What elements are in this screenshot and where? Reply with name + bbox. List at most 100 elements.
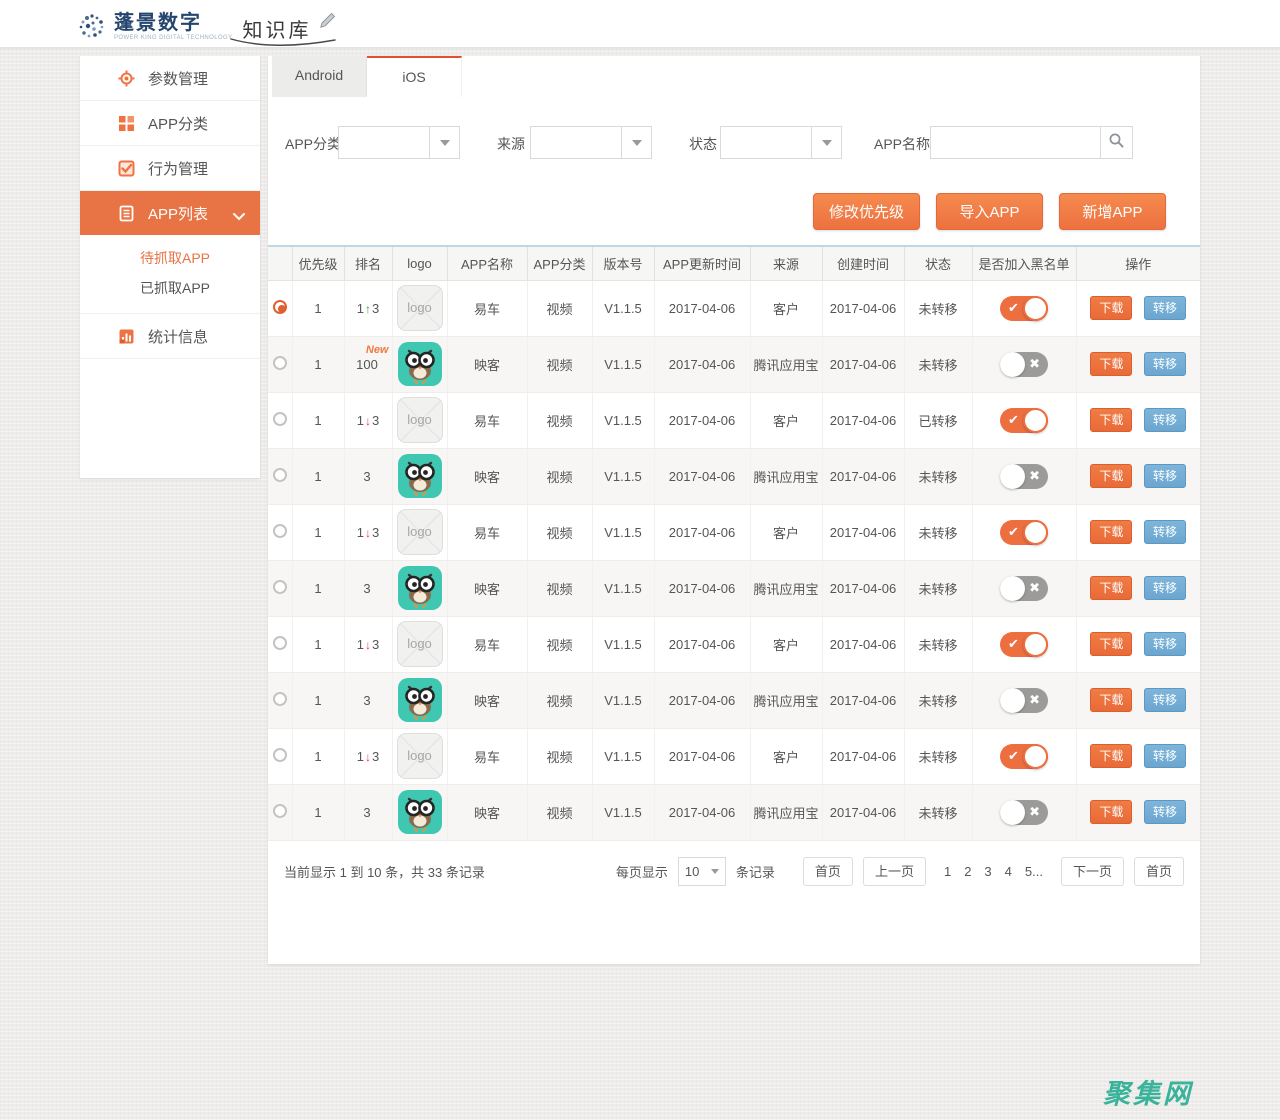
app-logo: logo bbox=[397, 397, 443, 443]
category-select[interactable] bbox=[338, 126, 460, 159]
search-icon bbox=[1108, 132, 1125, 154]
blacklist-toggle[interactable]: ✔ ✖ bbox=[1000, 744, 1048, 769]
chevron-down-icon bbox=[233, 208, 245, 225]
owl-app-icon bbox=[397, 565, 443, 611]
rank-new-badge: New bbox=[366, 344, 389, 356]
row-select-radio[interactable] bbox=[273, 524, 287, 538]
download-button[interactable]: 下载 bbox=[1090, 296, 1132, 320]
row-select-radio[interactable] bbox=[273, 300, 287, 314]
row-select-radio[interactable] bbox=[273, 636, 287, 650]
per-page-select[interactable]: 10 bbox=[678, 857, 726, 886]
created-cell: 2017-04-06 bbox=[822, 616, 904, 672]
import-app-button[interactable]: 导入APP bbox=[936, 193, 1043, 230]
transfer-button[interactable]: 转移 bbox=[1144, 576, 1186, 600]
status-select[interactable] bbox=[720, 126, 842, 159]
blacklist-toggle[interactable]: ✔ ✖ bbox=[1000, 800, 1048, 825]
page-number[interactable]: 3 bbox=[984, 864, 991, 879]
next-page-button[interactable]: 下一页 bbox=[1061, 857, 1124, 886]
first-page-button[interactable]: 首页 bbox=[803, 857, 853, 886]
search-button[interactable] bbox=[1100, 126, 1133, 159]
transfer-button[interactable]: 转移 bbox=[1144, 464, 1186, 488]
app-name-cell: 易车 bbox=[447, 504, 527, 560]
transfer-button[interactable]: 转移 bbox=[1144, 632, 1186, 656]
sidebar-subitem-pending-apps[interactable]: 待抓取APP bbox=[80, 243, 260, 273]
list-icon bbox=[118, 205, 135, 222]
sidebar-item-app-list[interactable]: APP列表 bbox=[80, 191, 260, 235]
sidebar-item-params[interactable]: 参数管理 bbox=[80, 56, 260, 101]
row-select-radio[interactable] bbox=[273, 356, 287, 370]
check-icon: ✔ bbox=[1008, 300, 1019, 316]
sidebar-item-statistics[interactable]: 统计信息 bbox=[80, 314, 260, 359]
sidebar-item-behavior[interactable]: 行为管理 bbox=[80, 146, 260, 191]
row-select-radio[interactable] bbox=[273, 412, 287, 426]
transfer-button[interactable]: 转移 bbox=[1144, 744, 1186, 768]
sidebar-item-app-category[interactable]: APP分类 bbox=[80, 101, 260, 146]
tab-ios[interactable]: iOS bbox=[367, 56, 462, 97]
download-button[interactable]: 下载 bbox=[1090, 520, 1132, 544]
row-select-radio[interactable] bbox=[273, 580, 287, 594]
sidebar-subitem-fetched-apps[interactable]: 已抓取APP bbox=[80, 273, 260, 303]
site-watermark: 聚集网 bbox=[1103, 1072, 1193, 1111]
page-number[interactable]: 2 bbox=[964, 864, 971, 879]
download-button[interactable]: 下载 bbox=[1090, 576, 1132, 600]
app-name-input[interactable] bbox=[930, 126, 1100, 159]
app-logo: logo bbox=[397, 285, 443, 331]
download-button[interactable]: 下载 bbox=[1090, 464, 1132, 488]
toggle-knob bbox=[1023, 744, 1048, 769]
modify-priority-button[interactable]: 修改优先级 bbox=[813, 193, 920, 230]
table-row: 1 1↓3 logo bbox=[268, 504, 1200, 560]
blacklist-toggle[interactable]: ✔ ✖ bbox=[1000, 520, 1048, 545]
tab-android[interactable]: Android bbox=[272, 56, 367, 97]
row-select-radio[interactable] bbox=[273, 804, 287, 818]
column-header: 操作 bbox=[1076, 247, 1200, 280]
prev-page-button[interactable]: 上一页 bbox=[863, 857, 926, 886]
blacklist-toggle[interactable]: ✔ ✖ bbox=[1000, 688, 1048, 713]
app-name-filter-label: APP名称 bbox=[874, 134, 930, 154]
download-button[interactable]: 下载 bbox=[1090, 744, 1132, 768]
app-name-cell: 映客 bbox=[447, 784, 527, 840]
transfer-button[interactable]: 转移 bbox=[1144, 520, 1186, 544]
blacklist-toggle[interactable]: ✔ ✖ bbox=[1000, 352, 1048, 377]
priority-cell: 1 bbox=[292, 392, 344, 448]
source-select[interactable] bbox=[530, 126, 652, 159]
app-logo: logo bbox=[397, 509, 443, 555]
row-select-radio[interactable] bbox=[273, 748, 287, 762]
transfer-button[interactable]: 转移 bbox=[1144, 800, 1186, 824]
blacklist-toggle[interactable]: ✔ ✖ bbox=[1000, 632, 1048, 657]
page-number[interactable]: 1 bbox=[944, 864, 951, 879]
transfer-button[interactable]: 转移 bbox=[1144, 352, 1186, 376]
download-button[interactable]: 下载 bbox=[1090, 352, 1132, 376]
page-number[interactable]: 5... bbox=[1025, 864, 1043, 879]
download-button[interactable]: 下载 bbox=[1090, 800, 1132, 824]
transfer-button[interactable]: 转移 bbox=[1144, 688, 1186, 712]
stats-icon bbox=[118, 328, 135, 345]
pencil-icon bbox=[318, 12, 336, 35]
download-button[interactable]: 下载 bbox=[1090, 408, 1132, 432]
page-number[interactable]: 4 bbox=[1005, 864, 1012, 879]
row-select-radio[interactable] bbox=[273, 692, 287, 706]
category-cell: 视频 bbox=[527, 672, 592, 728]
download-button[interactable]: 下载 bbox=[1090, 632, 1132, 656]
row-select-radio[interactable] bbox=[273, 468, 287, 482]
blacklist-toggle[interactable]: ✔ ✖ bbox=[1000, 464, 1048, 489]
last-page-button[interactable]: 首页 bbox=[1134, 857, 1184, 886]
transfer-button[interactable]: 转移 bbox=[1144, 408, 1186, 432]
version-cell: V1.1.5 bbox=[592, 448, 654, 504]
blacklist-toggle[interactable]: ✔ ✖ bbox=[1000, 296, 1048, 321]
source-cell: 客户 bbox=[750, 728, 822, 784]
download-button[interactable]: 下载 bbox=[1090, 688, 1132, 712]
updated-cell: 2017-04-06 bbox=[654, 504, 750, 560]
app-logo bbox=[397, 789, 443, 835]
blacklist-toggle[interactable]: ✔ ✖ bbox=[1000, 408, 1048, 433]
version-cell: V1.1.5 bbox=[592, 728, 654, 784]
app-table: 优先级 排名 logo APP名称 APP分类 版本号 APP更新时间 来源 创… bbox=[268, 247, 1200, 841]
app-logo bbox=[397, 341, 443, 387]
add-app-button[interactable]: 新增APP bbox=[1059, 193, 1166, 230]
table-footer: 当前显示 1 到 10 条，共 33 条记录 每页显示 10 条记录 首页 上一… bbox=[284, 852, 1184, 890]
column-header: logo bbox=[392, 247, 447, 280]
created-cell: 2017-04-06 bbox=[822, 672, 904, 728]
table-row: 1 3 bbox=[268, 784, 1200, 840]
transfer-button[interactable]: 转移 bbox=[1144, 296, 1186, 320]
blacklist-toggle[interactable]: ✔ ✖ bbox=[1000, 576, 1048, 601]
per-page-value: 10 bbox=[685, 864, 699, 879]
